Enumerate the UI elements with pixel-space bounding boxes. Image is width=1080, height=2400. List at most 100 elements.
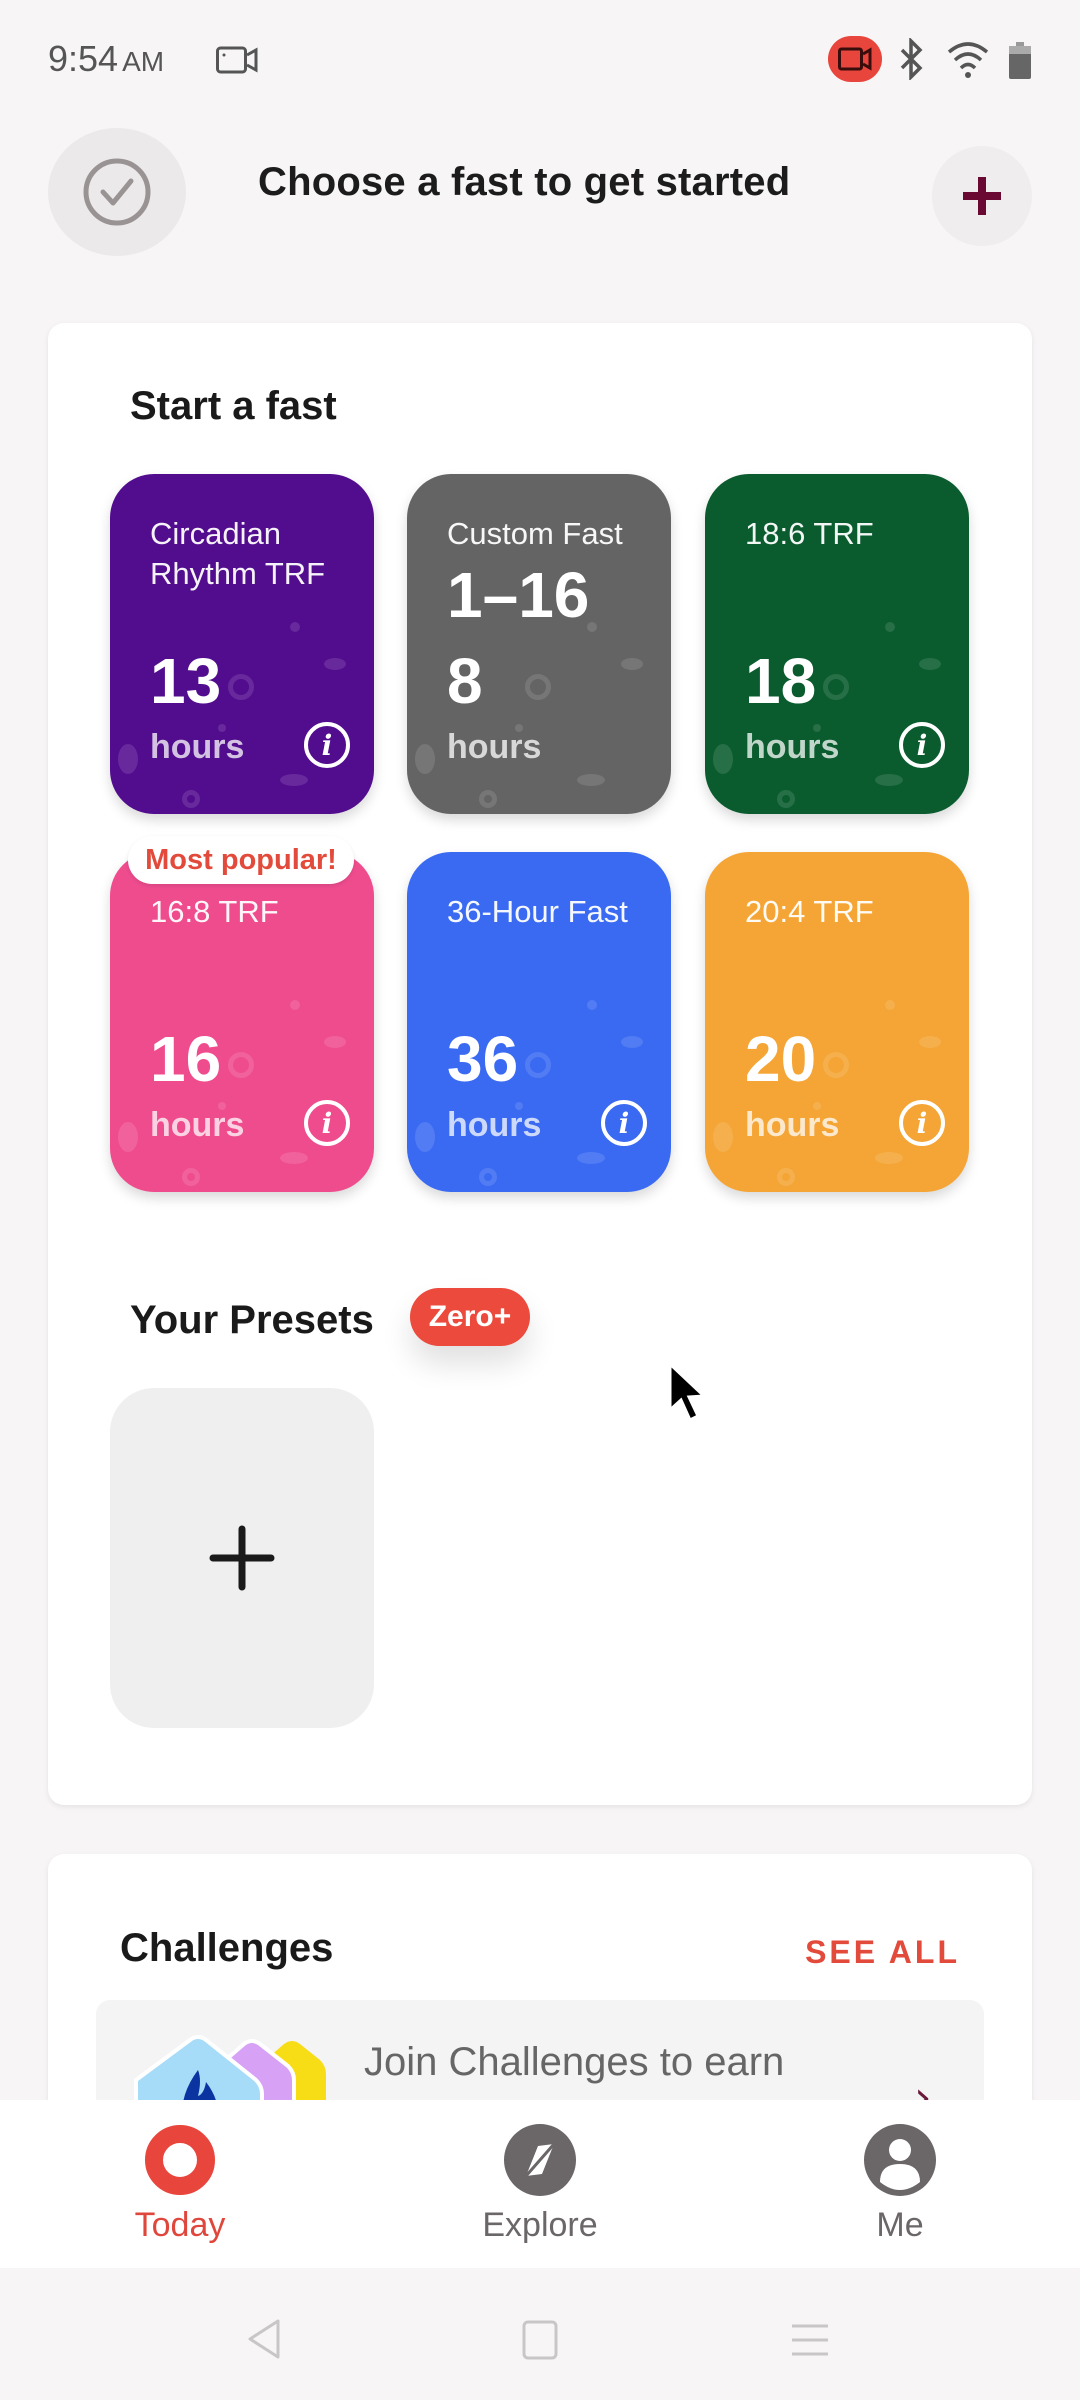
card-decoration: [875, 774, 903, 786]
card-decoration: [290, 1000, 300, 1010]
card-decoration: [823, 1052, 849, 1078]
card-decoration: [228, 674, 254, 700]
fast-card-hours: 36: [447, 1023, 519, 1095]
info-icon[interactable]: i: [304, 1100, 350, 1146]
card-decoration: [118, 1122, 138, 1152]
fast-card[interactable]: 20:4 TRF 20 hours i: [705, 852, 969, 1192]
fast-card-hours: 13: [150, 645, 222, 717]
challenges-title: Challenges: [120, 1926, 334, 1970]
fast-card[interactable]: Custom Fast 1–16 8 hours: [407, 474, 671, 814]
fast-card-name: 16:8 TRF: [150, 894, 279, 929]
fast-card-hours: 8: [447, 645, 483, 717]
card-decoration: [577, 1152, 605, 1164]
fast-card[interactable]: 36-Hour Fast 36 hours i: [407, 852, 671, 1192]
page-title: Choose a fast to get started: [258, 160, 791, 204]
info-icon[interactable]: i: [304, 722, 350, 768]
fast-card-name: 36-Hour Fast: [447, 894, 628, 929]
recording-indicator-icon: [828, 36, 882, 82]
nav-me-label: Me: [876, 2206, 924, 2244]
card-decoration: [587, 1000, 597, 1010]
fast-card-unit: hours: [447, 1106, 542, 1144]
fast-card-hours: 18: [745, 645, 817, 717]
battery-icon: [1009, 42, 1031, 79]
card-decoration: [875, 1152, 903, 1164]
card-decoration: [324, 658, 346, 670]
fast-card[interactable]: 18:6 TRF 18 hours i: [705, 474, 969, 814]
nav-me[interactable]: Me: [800, 2124, 1000, 2245]
card-decoration: [777, 790, 795, 808]
fast-card-name: 20:4 TRF: [745, 894, 874, 929]
card-decoration: [479, 790, 497, 808]
card-decoration: [118, 744, 138, 774]
bluetooth-icon: [900, 38, 923, 80]
card-decoration: [919, 658, 941, 670]
card-decoration: [182, 1168, 200, 1186]
header: Choose a fast to get started: [0, 128, 1080, 258]
card-decoration: [885, 622, 895, 632]
challenges-promo-text: Join Challenges to earn: [364, 2040, 785, 2084]
card-decoration: [479, 1168, 497, 1186]
card-decoration: [777, 1168, 795, 1186]
card-decoration: [182, 790, 200, 808]
card-decoration: [525, 674, 551, 700]
fast-card-unit: hours: [447, 728, 542, 766]
card-decoration: [919, 1036, 941, 1048]
fast-status-button[interactable]: [48, 128, 186, 256]
card-decoration: [280, 774, 308, 786]
bottom-nav: Today Explore Me: [0, 2100, 1080, 2268]
card-decoration: [228, 1052, 254, 1078]
card-decoration: [621, 658, 643, 670]
info-icon[interactable]: i: [899, 1100, 945, 1146]
fast-card-name: Circadian Rhythm TRF: [150, 516, 326, 591]
fast-card-unit: hours: [745, 1106, 840, 1144]
add-preset-button[interactable]: [110, 1388, 374, 1728]
fast-card-hours: 16: [150, 1023, 222, 1095]
mouse-cursor-icon: [668, 1360, 708, 1423]
fast-card[interactable]: Circadian Rhythm TRF 13 hours i: [110, 474, 374, 814]
card-decoration: [713, 1122, 733, 1152]
fast-card-name: Custom Fast: [447, 516, 623, 551]
check-circle-icon: [83, 158, 151, 226]
most-popular-badge: Most popular!: [128, 836, 354, 884]
time-text: 9:54: [48, 38, 119, 79]
nav-explore-label: Explore: [482, 2206, 598, 2244]
card-decoration: [525, 1052, 551, 1078]
status-bar: 9:54 AM: [0, 0, 1080, 120]
fast-card-unit: hours: [150, 1106, 245, 1144]
see-all-link[interactable]: SEE ALL: [805, 1934, 960, 1971]
back-icon[interactable]: [246, 2318, 282, 2360]
info-icon[interactable]: i: [601, 1100, 647, 1146]
status-time: 9:54 AM: [48, 38, 164, 80]
screen-record-icon: [216, 46, 258, 74]
system-nav-bar: [0, 2268, 1080, 2400]
card-decoration: [280, 1152, 308, 1164]
presets-title: Your Presets: [130, 1298, 374, 1342]
info-icon[interactable]: i: [899, 722, 945, 768]
start-fast-title: Start a fast: [130, 384, 337, 428]
card-decoration: [621, 1036, 643, 1048]
fast-card-unit: hours: [745, 728, 840, 766]
wifi-icon: [947, 42, 989, 78]
menu-icon[interactable]: [790, 2322, 830, 2358]
card-decoration: [415, 744, 435, 774]
compass-icon: [504, 2124, 576, 2196]
nav-today-label: Today: [134, 2206, 226, 2244]
fast-card-hours: 20: [745, 1023, 817, 1095]
today-ring-icon: [144, 2124, 216, 2196]
card-decoration: [290, 622, 300, 632]
card-decoration: [577, 774, 605, 786]
nav-today[interactable]: Today: [80, 2124, 280, 2245]
add-button[interactable]: [932, 146, 1032, 246]
home-icon[interactable]: [522, 2320, 558, 2360]
card-decoration: [324, 1036, 346, 1048]
fast-card-name: 18:6 TRF: [745, 516, 874, 551]
nav-explore[interactable]: Explore: [440, 2124, 640, 2245]
fast-card-range: 1–16: [447, 559, 590, 631]
card-decoration: [823, 674, 849, 700]
plus-icon: [963, 177, 1001, 215]
profile-icon: [864, 2124, 936, 2196]
fast-card[interactable]: 16:8 TRF 16 hours i: [110, 852, 374, 1192]
card-decoration: [415, 1122, 435, 1152]
fast-card-unit: hours: [150, 728, 245, 766]
zero-plus-badge[interactable]: Zero+: [410, 1288, 530, 1346]
